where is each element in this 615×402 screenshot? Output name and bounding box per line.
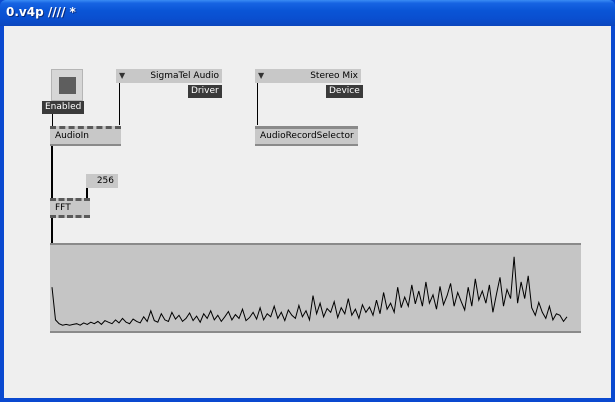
- fft-node[interactable]: FFT: [50, 198, 90, 218]
- fft-size-value: 256: [96, 176, 114, 186]
- wire-audioin-to-fft[interactable]: [51, 143, 53, 198]
- device-enum-value: Stereo Mix: [310, 71, 358, 81]
- patch-canvas[interactable]: Enabled ▼ SigmaTel Audio Driver ▼ Stereo…: [4, 26, 611, 398]
- device-badge: Device: [326, 85, 363, 98]
- application-window: 0.v4p //// * Enabled ▼ SigmaTel Audio Dr…: [0, 0, 615, 402]
- audio-record-selector-label: AudioRecordSelector: [260, 131, 354, 141]
- wire-toggle-to-audioin[interactable]: [52, 113, 53, 127]
- window-title: 0.v4p //// *: [6, 5, 76, 19]
- driver-badge: Driver: [188, 85, 222, 98]
- fft-node-label: FFT: [55, 203, 71, 213]
- fft-size-numberbox[interactable]: 256: [86, 174, 118, 188]
- wire-device-to-recordselector[interactable]: [257, 80, 258, 125]
- spectrum-plot: [51, 256, 568, 326]
- audioin-node[interactable]: AudioIn: [50, 126, 121, 146]
- dropdown-arrow-icon[interactable]: ▼: [119, 71, 125, 80]
- enabled-toggle[interactable]: [51, 69, 83, 101]
- toggle-fill: [59, 77, 76, 94]
- dropdown-arrow-icon[interactable]: ▼: [258, 71, 264, 80]
- wire-driver-to-audioin[interactable]: [119, 80, 120, 125]
- spectrum-line: [51, 256, 568, 326]
- wire-fftsize-to-fft[interactable]: [86, 188, 88, 198]
- enabled-badge: Enabled: [42, 101, 85, 114]
- spectrum-renderer[interactable]: [50, 243, 581, 333]
- audioin-node-label: AudioIn: [55, 131, 89, 141]
- wire-fft-to-spectrum[interactable]: [51, 216, 53, 244]
- device-enum[interactable]: ▼ Stereo Mix: [255, 69, 361, 83]
- driver-enum[interactable]: ▼ SigmaTel Audio: [116, 69, 222, 83]
- title-bar[interactable]: 0.v4p //// *: [0, 0, 615, 26]
- driver-enum-value: SigmaTel Audio: [150, 71, 219, 81]
- audio-record-selector-node[interactable]: AudioRecordSelector: [255, 126, 358, 146]
